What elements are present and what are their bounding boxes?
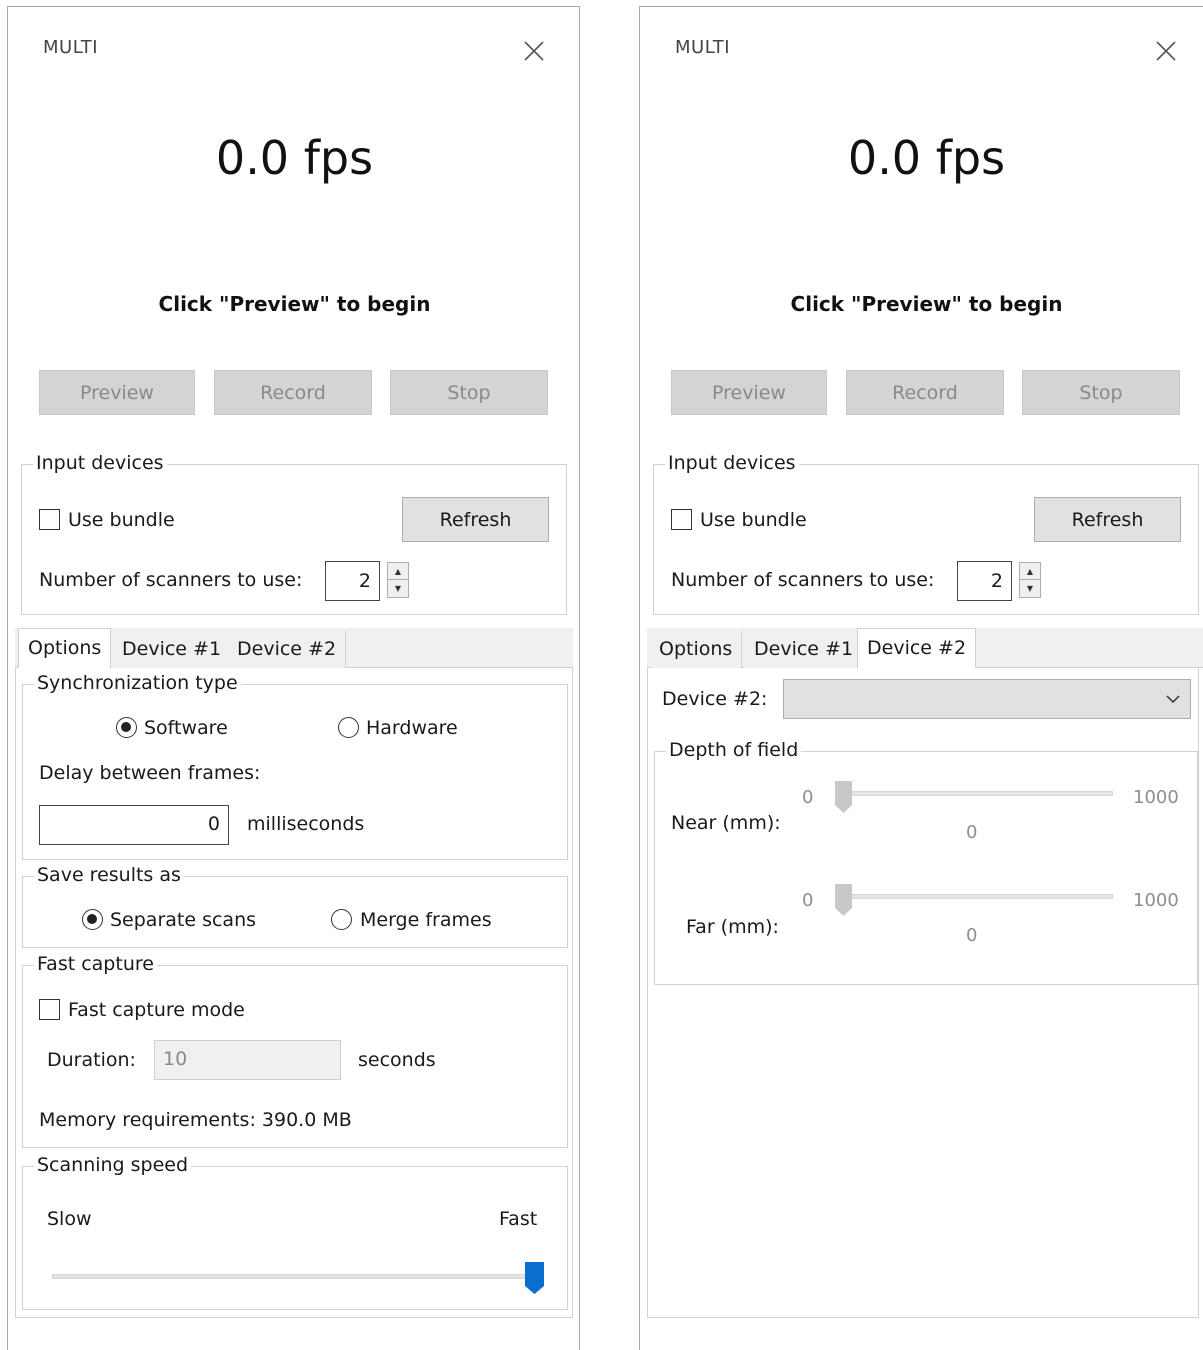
preview-button[interactable]: Preview xyxy=(39,370,195,415)
tab-options[interactable]: Options xyxy=(18,628,112,669)
input-devices-legend: Input devices xyxy=(665,452,799,474)
scanning-speed-group: Scanning speed Slow Fast xyxy=(22,1154,568,1310)
stepper-down-icon[interactable]: ▼ xyxy=(1020,580,1040,597)
speed-slow-label: Slow xyxy=(47,1208,92,1230)
save-results-group: Save results as Separate scans Merge fra… xyxy=(22,864,568,948)
fast-capture-checkbox[interactable] xyxy=(39,999,60,1020)
delay-input[interactable]: 0 xyxy=(39,805,229,845)
scanners-count-label: Number of scanners to use: xyxy=(39,569,303,591)
fast-capture-legend: Fast capture xyxy=(34,953,157,975)
far-label: Far (mm): xyxy=(686,916,779,938)
far-value-label: 0 xyxy=(966,925,978,946)
tab-strip: Options Device #1 Device #2 xyxy=(15,628,573,669)
scanners-count-stepper[interactable]: ▲ ▼ xyxy=(387,562,409,598)
software-radio[interactable] xyxy=(116,717,137,738)
options-tab-page: Synchronization type Software Hardware D… xyxy=(15,668,573,1318)
device-2-select[interactable] xyxy=(783,679,1191,719)
depth-of-field-legend: Depth of field xyxy=(666,739,802,761)
tab-strip: Options Device #1 Device #2 xyxy=(647,628,1203,669)
hint-text: Click "Preview" to begin xyxy=(158,292,431,316)
close-icon[interactable] xyxy=(1154,39,1178,63)
scanners-count-label: Number of scanners to use: xyxy=(671,569,935,591)
input-devices-group: Input devices Use bundle Refresh Number … xyxy=(21,452,567,615)
use-bundle-label: Use bundle xyxy=(700,509,807,531)
multi-panel-right: MULTI 0.0 fps Click "Preview" to begin P… xyxy=(639,6,1203,1350)
tab-device-1[interactable]: Device #1 xyxy=(113,631,232,669)
record-button[interactable]: Record xyxy=(846,370,1004,415)
hardware-radio[interactable] xyxy=(338,717,359,738)
device-2-tab-page: Device #2: Depth of field 0 1000 Near (m… xyxy=(647,668,1199,1318)
scanners-count-stepper[interactable]: ▲ ▼ xyxy=(1019,562,1041,598)
speed-slider-track[interactable] xyxy=(52,1274,537,1279)
fps-readout: 0.0 fps xyxy=(215,131,374,185)
separate-scans-label: Separate scans xyxy=(110,909,257,931)
panel-title: MULTI xyxy=(43,37,99,58)
scanning-speed-legend: Scanning speed xyxy=(34,1154,192,1176)
record-button[interactable]: Record xyxy=(214,370,372,415)
stop-button[interactable]: Stop xyxy=(1022,370,1180,415)
sync-type-group: Synchronization type Software Hardware D… xyxy=(22,672,568,860)
stepper-down-icon[interactable]: ▼ xyxy=(388,580,408,597)
delay-unit-label: milliseconds xyxy=(247,813,365,835)
fast-capture-group: Fast capture Fast capture mode Duration:… xyxy=(22,953,568,1148)
tab-device-2[interactable]: Device #2 xyxy=(228,631,347,669)
stepper-up-icon[interactable]: ▲ xyxy=(388,563,408,580)
duration-label: Duration: xyxy=(47,1049,136,1071)
panel-title: MULTI xyxy=(675,37,731,58)
scanners-count-input[interactable]: 2 xyxy=(325,561,380,601)
merge-frames-radio[interactable] xyxy=(331,909,352,930)
near-value-label: 0 xyxy=(966,822,978,843)
refresh-button[interactable]: Refresh xyxy=(1034,497,1181,542)
delay-label: Delay between frames: xyxy=(39,762,261,784)
stepper-up-icon[interactable]: ▲ xyxy=(1020,563,1040,580)
refresh-button[interactable]: Refresh xyxy=(402,497,549,542)
preview-button[interactable]: Preview xyxy=(671,370,827,415)
fps-readout: 0.0 fps xyxy=(847,131,1006,185)
far-max-label: 1000 xyxy=(1133,890,1179,911)
tab-device-2[interactable]: Device #2 xyxy=(857,628,977,669)
sync-type-legend: Synchronization type xyxy=(34,672,241,694)
separate-scans-radio[interactable] xyxy=(82,909,103,930)
chevron-down-icon xyxy=(1166,695,1180,704)
stop-button[interactable]: Stop xyxy=(390,370,548,415)
tab-device-1[interactable]: Device #1 xyxy=(745,631,864,669)
use-bundle-checkbox[interactable] xyxy=(671,509,692,530)
close-icon[interactable] xyxy=(522,39,546,63)
merge-frames-label: Merge frames xyxy=(360,909,492,931)
duration-input[interactable]: 10 xyxy=(154,1040,341,1080)
near-slider-thumb[interactable] xyxy=(835,781,852,813)
depth-of-field-group: Depth of field 0 1000 Near (mm): 0 0 100… xyxy=(654,739,1198,985)
far-min-label: 0 xyxy=(802,890,814,911)
input-devices-legend: Input devices xyxy=(33,452,167,474)
save-results-legend: Save results as xyxy=(34,864,184,886)
far-slider-thumb[interactable] xyxy=(835,884,852,916)
tab-options[interactable]: Options xyxy=(650,631,743,669)
duration-unit-label: seconds xyxy=(358,1049,436,1071)
hardware-label: Hardware xyxy=(366,717,458,739)
device-2-label: Device #2: xyxy=(662,688,768,710)
memory-requirements: Memory requirements: 390.0 MB xyxy=(39,1109,352,1131)
speed-slider-thumb[interactable] xyxy=(524,1262,544,1294)
near-label: Near (mm): xyxy=(671,812,781,834)
near-slider-track[interactable] xyxy=(843,791,1113,796)
scanners-count-input[interactable]: 2 xyxy=(957,561,1012,601)
fast-capture-label: Fast capture mode xyxy=(68,999,245,1021)
use-bundle-checkbox[interactable] xyxy=(39,509,60,530)
use-bundle-label: Use bundle xyxy=(68,509,175,531)
near-max-label: 1000 xyxy=(1133,787,1179,808)
software-label: Software xyxy=(144,717,228,739)
far-slider-track[interactable] xyxy=(843,894,1113,899)
input-devices-group: Input devices Use bundle Refresh Number … xyxy=(653,452,1199,615)
near-min-label: 0 xyxy=(802,787,814,808)
multi-panel-left: MULTI 0.0 fps Click "Preview" to begin P… xyxy=(7,6,580,1350)
hint-text: Click "Preview" to begin xyxy=(790,292,1063,316)
speed-fast-label: Fast xyxy=(499,1208,538,1230)
